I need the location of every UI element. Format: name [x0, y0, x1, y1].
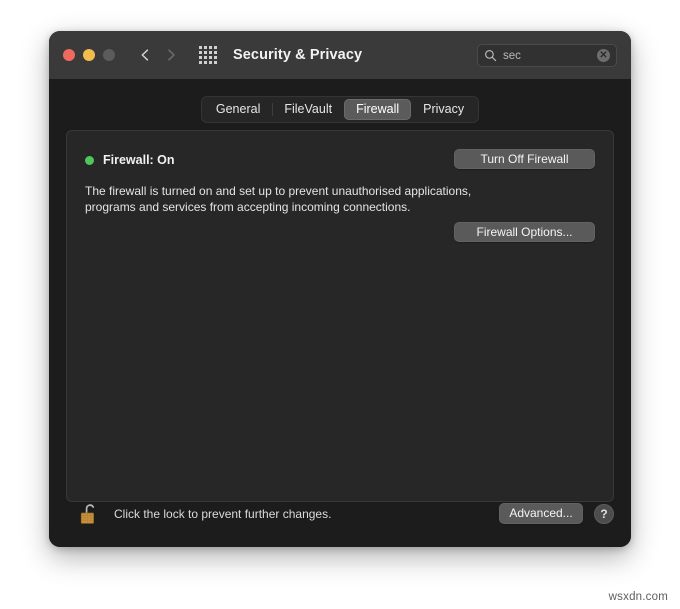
tab-group: General FileVault Firewall Privacy — [200, 96, 480, 123]
chevron-right-icon[interactable] — [163, 47, 179, 63]
page-title: Security & Privacy — [233, 47, 363, 63]
status-badge: Firewall: On — [103, 153, 175, 167]
close-window-button[interactable] — [63, 49, 75, 61]
firewall-options-button[interactable]: Firewall Options... — [454, 222, 595, 242]
minimize-window-button[interactable] — [83, 49, 95, 61]
window-titlebar: Security & Privacy sec ✕ — [49, 31, 631, 80]
chevron-left-icon[interactable] — [137, 47, 153, 63]
watermark: wsxdn.com — [608, 591, 668, 603]
turn-off-firewall-button[interactable]: Turn Off Firewall — [454, 149, 595, 169]
screenshot-stage: Security & Privacy sec ✕ General FileVau… — [0, 0, 680, 609]
lock-message: Click the lock to prevent further change… — [114, 506, 332, 521]
search-input-value[interactable]: sec — [503, 50, 597, 62]
tab-general[interactable]: General — [204, 99, 272, 120]
firewall-status-row: Firewall: On — [85, 153, 175, 167]
footer-actions: Advanced... ? — [499, 503, 614, 524]
tab-filevault[interactable]: FileVault — [272, 99, 344, 120]
preference-tabbar: General FileVault Firewall Privacy — [49, 96, 631, 123]
traffic-light-buttons — [63, 49, 115, 61]
unlocked-padlock-icon[interactable] — [79, 502, 99, 526]
tab-firewall[interactable]: Firewall — [344, 99, 412, 120]
zoom-window-button[interactable] — [103, 49, 115, 61]
show-all-grid-icon[interactable] — [199, 46, 217, 64]
clear-search-icon[interactable]: ✕ — [597, 49, 610, 62]
search-icon — [484, 49, 497, 62]
search-field[interactable]: sec ✕ — [477, 44, 617, 67]
advanced-button[interactable]: Advanced... — [499, 503, 583, 524]
firewall-content-panel: Firewall: On The firewall is turned on a… — [66, 130, 614, 502]
system-preferences-window: Security & Privacy sec ✕ General FileVau… — [49, 31, 631, 547]
status-indicator-dot — [85, 155, 94, 165]
tab-privacy[interactable]: Privacy — [411, 99, 476, 120]
window-footer: Click the lock to prevent further change… — [49, 480, 631, 547]
navigation-arrows — [137, 47, 179, 63]
window-body: General FileVault Firewall Privacy Firew… — [49, 80, 631, 547]
help-button[interactable]: ? — [594, 503, 614, 524]
firewall-description: The firewall is turned on and set up to … — [85, 184, 472, 215]
